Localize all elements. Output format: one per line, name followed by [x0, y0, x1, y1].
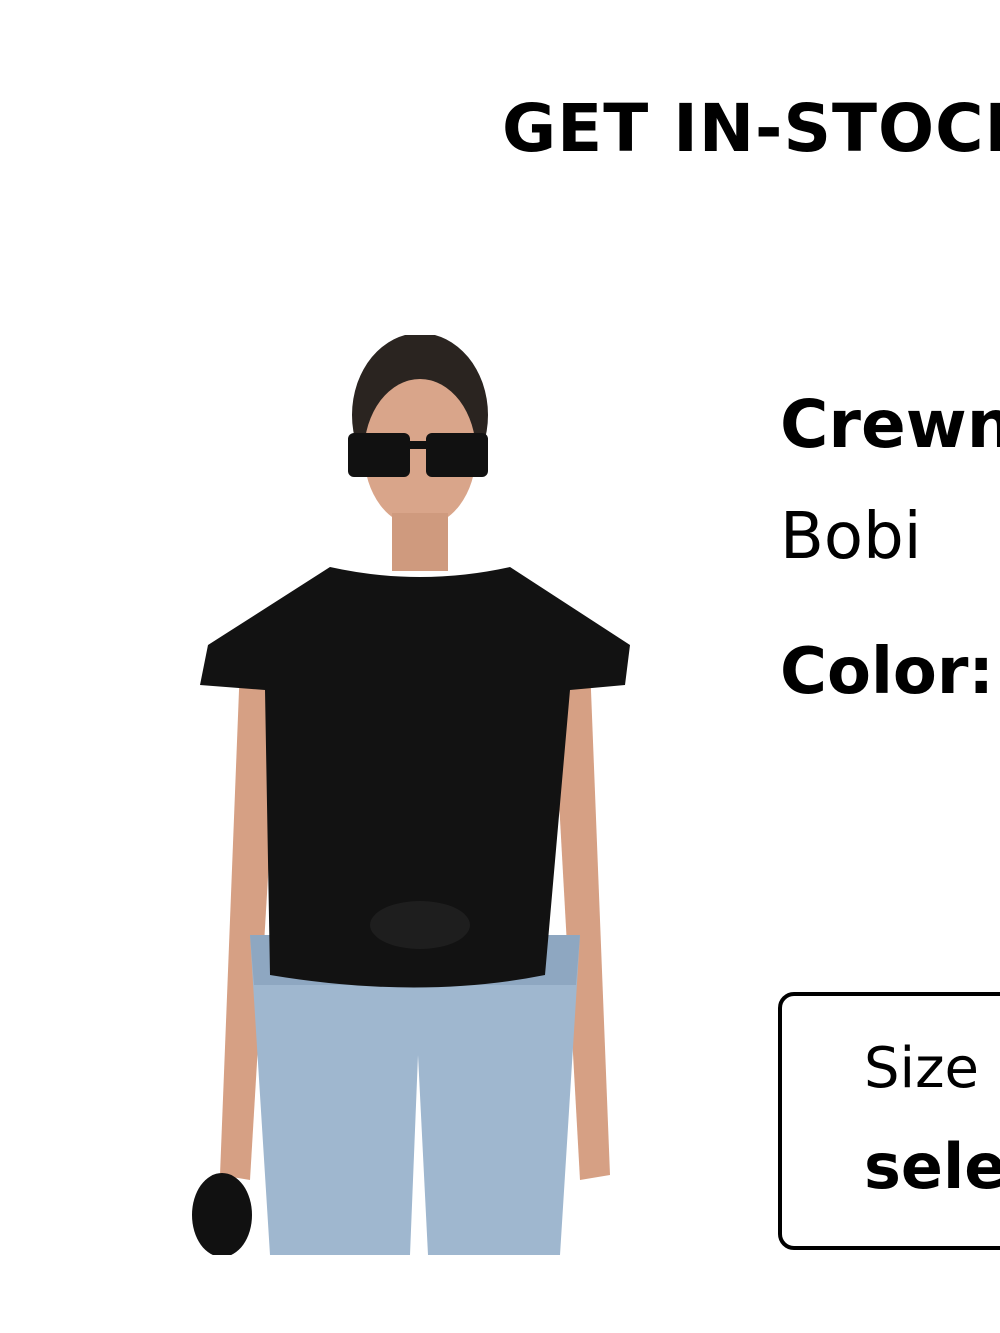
- product-name: Crewneck: [780, 386, 1000, 463]
- size-select-button[interactable]: Size select: [778, 992, 1000, 1250]
- size-label: Size: [864, 1036, 979, 1101]
- page: GET IN-STOCK Crewneck Bobi Color:: [0, 0, 1000, 1333]
- brand-name[interactable]: Bobi: [780, 505, 921, 569]
- size-value: select: [864, 1130, 1000, 1203]
- color-label: Color:: [780, 635, 994, 709]
- product-image: [180, 335, 650, 1255]
- page-title: GET IN-STOCK: [502, 90, 1000, 167]
- model-illustration: [192, 335, 630, 1255]
